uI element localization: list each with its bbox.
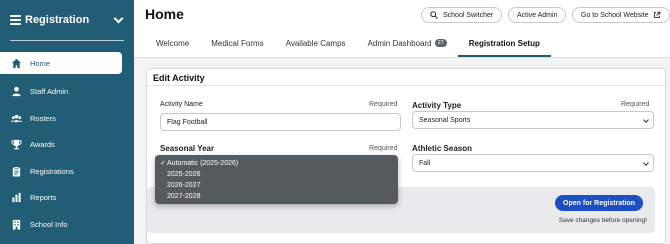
school-website-label: Go to School Website xyxy=(581,11,649,19)
tab-label: Medical Forms xyxy=(211,39,264,48)
athletic-season-label: Athletic Season xyxy=(412,144,473,153)
active-admin-label: Active Admin xyxy=(517,11,558,19)
option-label: Automatic (2025-2026) xyxy=(167,160,239,167)
activity-name-required: Required xyxy=(369,101,398,108)
option-label: 2026-2027 xyxy=(167,182,201,189)
sidebar: Registration Home Staff Admin Rosters Aw… xyxy=(0,0,134,244)
clipboard-icon xyxy=(10,165,22,177)
trophy-icon xyxy=(10,139,22,151)
chevron-down-icon xyxy=(643,117,649,123)
sidebar-item-label: Rosters xyxy=(30,113,56,123)
search-icon xyxy=(430,11,438,19)
tab-registration-setup[interactable]: Registration Setup xyxy=(457,37,551,57)
activity-type-required: Required xyxy=(621,101,650,108)
tab-admin-dashboard[interactable]: Admin Dashboard 27 xyxy=(357,37,458,57)
activity-name-value: Flag Football xyxy=(167,118,208,126)
tab-bar: Welcome Medical Forms Available Camps Ad… xyxy=(145,37,551,57)
sidebar-header[interactable]: Registration xyxy=(0,0,134,40)
sidebar-item-school-info[interactable]: School Info xyxy=(0,211,134,238)
card-title: Edit Activity xyxy=(147,69,665,86)
seasonal-year-required: Required xyxy=(369,145,398,152)
school-switcher-label: School Switcher xyxy=(443,11,494,19)
sidebar-item-awards[interactable]: Awards xyxy=(0,132,134,159)
admin-dashboard-badge: 27 xyxy=(434,39,447,47)
external-link-icon xyxy=(653,11,660,18)
sidebar-item-label: School Info xyxy=(30,219,68,229)
chevron-down-icon[interactable] xyxy=(113,13,124,24)
sidebar-item-home[interactable]: Home xyxy=(0,52,122,74)
seasonal-year-label: Seasonal Year xyxy=(160,144,215,153)
tab-label: Admin Dashboard xyxy=(367,39,432,48)
dropdown-option-2027-2028[interactable]: 2027-2028 xyxy=(155,191,398,202)
sidebar-item-label: Reports xyxy=(30,193,57,203)
athletic-season-value: Fall xyxy=(419,159,431,167)
main-area: Home School Switcher Active Admin Go to … xyxy=(134,0,670,244)
hamburger-icon[interactable] xyxy=(10,15,21,25)
sidebar-title: Registration xyxy=(25,14,90,26)
tab-medical-forms[interactable]: Medical Forms xyxy=(200,37,274,57)
school-switcher-button[interactable]: School Switcher xyxy=(421,7,503,23)
sidebar-item-staff-admin[interactable]: Staff Admin xyxy=(0,79,134,106)
activity-type-select[interactable]: Seasonal Sports xyxy=(412,111,654,129)
sidebar-item-registrations[interactable]: Registrations xyxy=(0,158,134,185)
activity-name-label: Activity Name xyxy=(160,101,203,108)
active-admin-button[interactable]: Active Admin xyxy=(508,7,567,23)
dropdown-option-2025-2026[interactable]: 2025-2026 xyxy=(155,169,398,180)
seasonal-year-dropdown[interactable]: ✓ Automatic (2025-2026) 2025-2026 2026-2… xyxy=(155,155,398,204)
sidebar-item-rosters[interactable]: Rosters xyxy=(0,105,134,132)
tab-label: Registration Setup xyxy=(468,39,540,48)
sidebar-item-label: Home xyxy=(30,58,51,68)
sidebar-item-label: Registrations xyxy=(30,166,74,176)
sidebar-item-label: Staff Admin xyxy=(30,87,69,97)
dropdown-option-2026-2027[interactable]: 2026-2027 xyxy=(155,180,398,191)
top-header: Home School Switcher Active Admin Go to … xyxy=(134,0,670,58)
tab-available-camps[interactable]: Available Camps xyxy=(275,37,357,57)
person-icon xyxy=(10,86,22,98)
sidebar-item-label: Awards xyxy=(30,140,55,150)
check-icon: ✓ xyxy=(160,160,166,167)
tab-label: Available Camps xyxy=(285,39,346,48)
open-for-registration-button[interactable]: Open for Registration xyxy=(555,195,643,211)
building-icon xyxy=(10,218,22,230)
option-label: 2027-2028 xyxy=(167,193,201,200)
tab-welcome[interactable]: Welcome xyxy=(145,37,200,57)
sidebar-divider xyxy=(10,40,124,41)
athletic-season-select[interactable]: Fall xyxy=(412,154,654,172)
activity-type-value: Seasonal Sports xyxy=(419,116,471,124)
option-label: 2025-2026 xyxy=(167,171,201,178)
group-icon xyxy=(10,112,22,124)
activity-type-label: Activity Type xyxy=(412,101,462,110)
open-note: Save changes before opening! xyxy=(558,217,647,224)
dropdown-option-automatic[interactable]: ✓ Automatic (2025-2026) xyxy=(155,158,398,169)
bar-chart-icon xyxy=(10,192,22,204)
tab-label: Welcome xyxy=(156,39,190,48)
activity-name-input[interactable]: Flag Football xyxy=(160,113,401,131)
school-website-button[interactable]: Go to School Website xyxy=(572,7,670,23)
sidebar-item-reports[interactable]: Reports xyxy=(0,185,134,212)
page-title: Home xyxy=(145,6,184,22)
chevron-down-icon xyxy=(643,160,649,166)
home-icon xyxy=(10,57,22,69)
